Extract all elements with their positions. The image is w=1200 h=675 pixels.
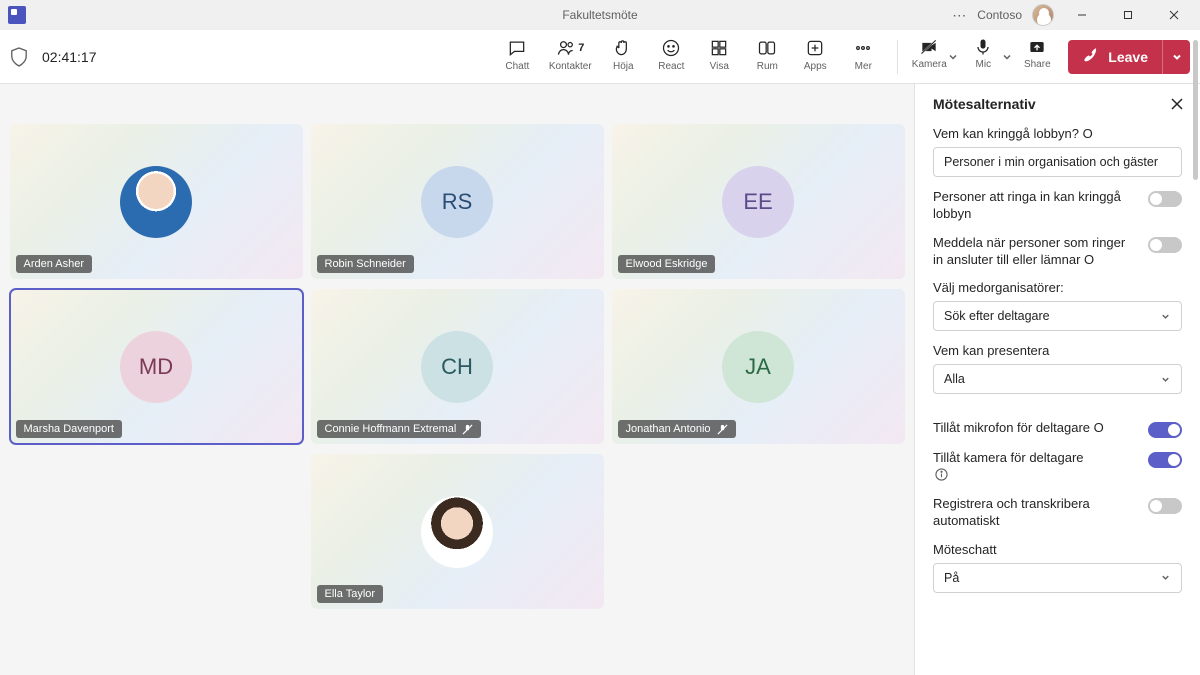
mic-muted-icon [717, 424, 728, 435]
mic-button[interactable]: Mic [962, 35, 1004, 79]
participant-tile[interactable]: Arden Asher [10, 124, 303, 279]
scrollbar[interactable] [1193, 40, 1198, 180]
nameplate: Marsha Davenport [16, 420, 123, 438]
dialin-bypass-label: Personer att ringa in kan kringgå lobbyn [933, 189, 1138, 223]
dialin-bypass-toggle[interactable] [1148, 191, 1182, 207]
allow-camera-label: Tillåt kamera för deltagare [933, 450, 1084, 484]
meeting-options-panel: Mötesalternativ Vem kan kringgå lobbyn? … [914, 84, 1200, 675]
coorganizers-label: Välj medorganisatörer: [933, 280, 1182, 297]
people-count: 7 [578, 42, 584, 54]
participant-tile[interactable]: CH Connie Hoffmann Extremal [311, 289, 604, 444]
leave-button[interactable]: Leave [1068, 40, 1162, 74]
nameplate: Connie Hoffmann Extremal [317, 420, 482, 438]
participant-initials: RS [421, 166, 493, 238]
info-icon [935, 468, 948, 481]
shield-icon[interactable] [10, 47, 28, 67]
allow-mic-toggle[interactable] [1148, 422, 1182, 438]
participant-tile[interactable]: RS Robin Schneider [311, 124, 604, 279]
raise-hand-button[interactable]: Höja [599, 35, 647, 79]
rooms-button[interactable]: Rum [743, 35, 791, 79]
org-name: Contoso [977, 8, 1022, 22]
hangup-icon [1082, 48, 1100, 66]
nameplate: Jonathan Antonio [618, 420, 736, 438]
participant-tile[interactable]: MD Marsha Davenport [10, 289, 303, 444]
meeting-chat-select[interactable]: På [933, 563, 1182, 593]
coorganizers-select[interactable]: Sök efter deltagare [933, 301, 1182, 331]
titlebar: Fakultetsmöte ⋯ Contoso [0, 0, 1200, 30]
close-icon[interactable] [1170, 97, 1184, 111]
participant-initials: CH [421, 331, 493, 403]
close-button[interactable] [1156, 3, 1192, 27]
meeting-toolbar: 02:41:17 Chatt 7 Kontakter Höja React Vi… [0, 30, 1200, 84]
camera-chevron[interactable] [950, 35, 962, 79]
allow-mic-label: Tillåt mikrofon för deltagare O [933, 420, 1104, 437]
minimize-button[interactable] [1064, 3, 1100, 27]
participant-initials: JA [722, 331, 794, 403]
lobby-select[interactable]: Personer i min organisation och gäster [933, 147, 1182, 177]
more-icon[interactable]: ⋯ [952, 7, 967, 24]
participant-initials: MD [120, 331, 192, 403]
camera-button[interactable]: Kamera [908, 35, 950, 79]
participant-tile[interactable]: JA Jonathan Antonio [612, 289, 905, 444]
mic-muted-icon [462, 424, 473, 435]
participant-initials: EE [722, 166, 794, 238]
nameplate: Arden Asher [16, 255, 93, 273]
meeting-title: Fakultetsmöte [562, 8, 637, 22]
video-stage: Arden Asher RS Robin Schneider EE Elwood… [0, 84, 914, 675]
more-button[interactable]: Mer [839, 35, 887, 79]
nameplate: Ella Taylor [317, 585, 384, 603]
leave-chevron[interactable] [1162, 40, 1190, 74]
chevron-down-icon [1160, 311, 1171, 322]
presenter-label: Vem kan presentera [933, 343, 1182, 360]
share-button[interactable]: Share [1016, 35, 1058, 79]
announce-label: Meddela när personer som ringer in anslu… [933, 235, 1138, 269]
participant-tile[interactable]: EE Elwood Eskridge [612, 124, 905, 279]
record-label: Registrera och transkribera automatiskt [933, 496, 1138, 530]
chevron-down-icon [1160, 374, 1171, 385]
chat-button[interactable]: Chatt [493, 35, 541, 79]
chevron-down-icon [1160, 572, 1171, 583]
participant-photo [421, 496, 493, 568]
nameplate: Robin Schneider [317, 255, 414, 273]
record-toggle[interactable] [1148, 498, 1182, 514]
participant-photo [120, 166, 192, 238]
teams-logo-icon [8, 6, 26, 24]
view-button[interactable]: Visa [695, 35, 743, 79]
toolbar-divider [897, 40, 898, 74]
react-button[interactable]: React [647, 35, 695, 79]
people-button[interactable]: 7 Kontakter [541, 35, 599, 79]
lobby-label: Vem kan kringgå lobbyn? O [933, 126, 1182, 143]
allow-camera-toggle[interactable] [1148, 452, 1182, 468]
mic-chevron[interactable] [1004, 35, 1016, 79]
avatar[interactable] [1032, 4, 1054, 26]
announce-toggle[interactable] [1148, 237, 1182, 253]
participant-tile[interactable]: Ella Taylor [311, 454, 604, 609]
apps-button[interactable]: Apps [791, 35, 839, 79]
panel-title: Mötesalternativ [933, 96, 1036, 112]
maximize-button[interactable] [1110, 3, 1146, 27]
nameplate: Elwood Eskridge [618, 255, 716, 273]
presenter-select[interactable]: Alla [933, 364, 1182, 394]
meeting-chat-label: Möteschatt [933, 542, 1182, 559]
call-timer: 02:41:17 [42, 49, 97, 65]
